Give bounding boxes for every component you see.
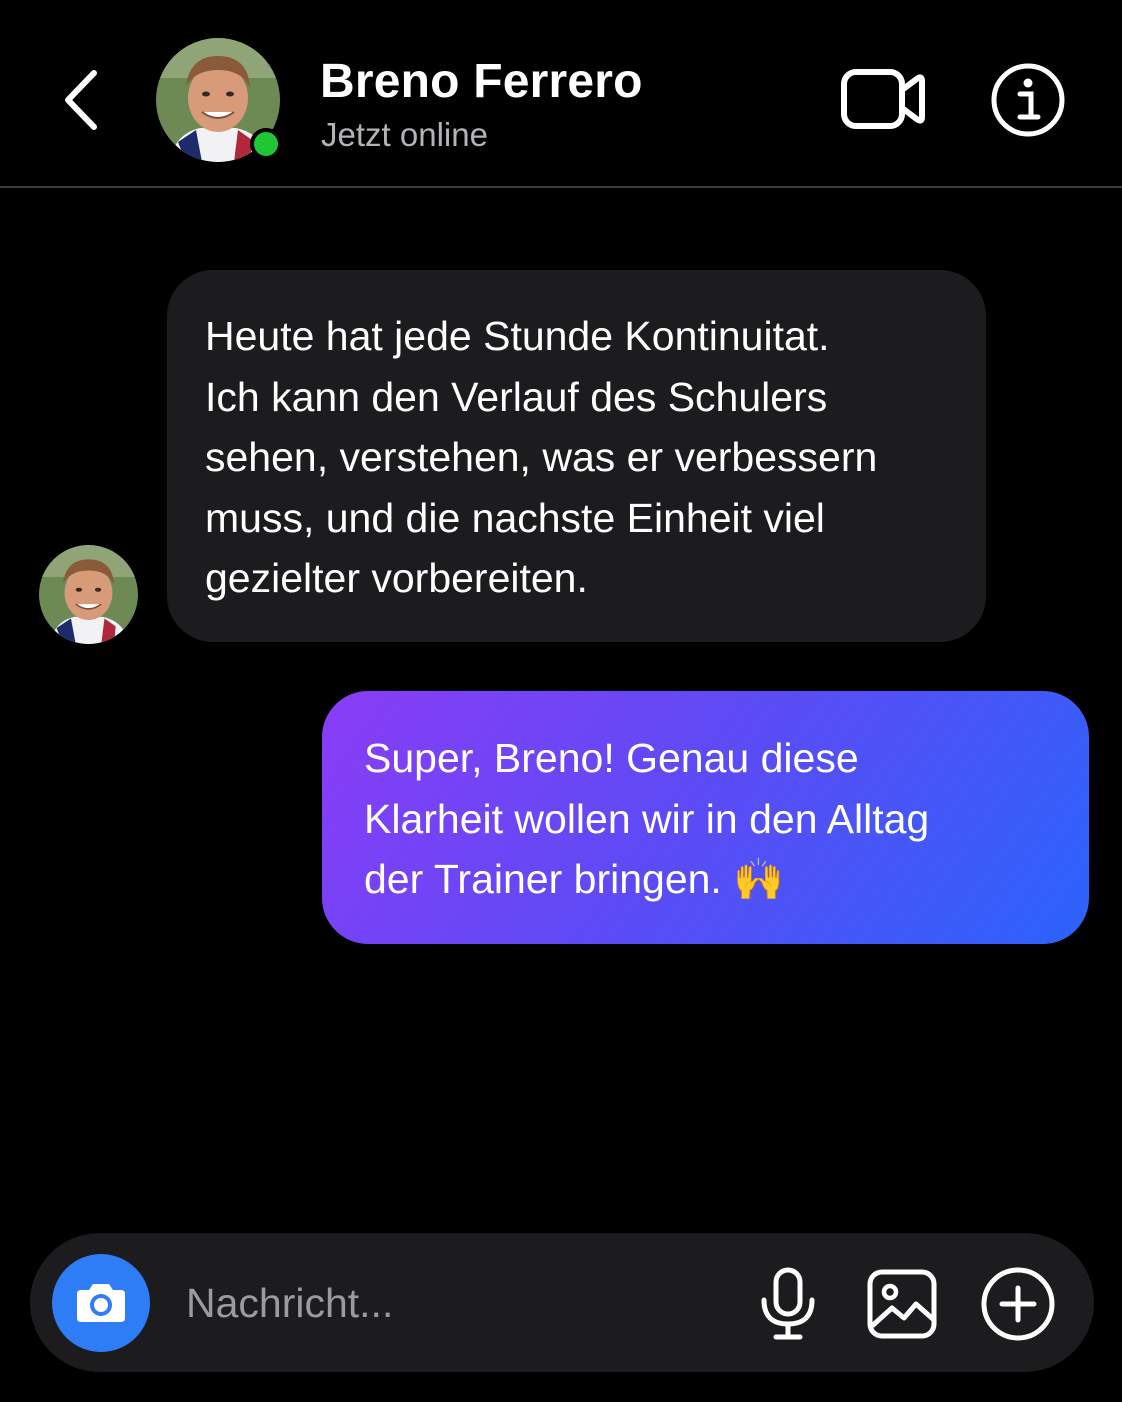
message-text: Heute hat jede Stunde Kontinuitat. Ich k… bbox=[205, 313, 878, 601]
gallery-button[interactable] bbox=[866, 1268, 938, 1340]
chevron-left-icon bbox=[65, 70, 97, 130]
message-text: Super, Breno! Genau diese Klarheit wolle… bbox=[364, 735, 930, 902]
chat-header: Breno Ferrero Jetzt online bbox=[0, 0, 1122, 188]
video-call-button[interactable] bbox=[838, 66, 926, 132]
camera-button[interactable] bbox=[52, 1254, 150, 1352]
sender-avatar[interactable] bbox=[39, 545, 138, 644]
contact-name: Breno Ferrero bbox=[320, 55, 643, 108]
message-input[interactable] bbox=[186, 1272, 706, 1334]
plus-icon bbox=[981, 1267, 1055, 1341]
online-status-indicator bbox=[250, 128, 282, 160]
incoming-message-bubble: Heute hat jede Stunde Kontinuitat. Ich k… bbox=[167, 270, 986, 642]
microphone-icon bbox=[761, 1267, 815, 1340]
image-icon bbox=[867, 1269, 937, 1339]
back-button[interactable] bbox=[50, 64, 110, 136]
info-button[interactable] bbox=[990, 62, 1066, 138]
outgoing-message-bubble: Super, Breno! Genau diese Klarheit wolle… bbox=[322, 691, 1089, 944]
video-camera-icon bbox=[841, 69, 925, 129]
add-attachment-button[interactable] bbox=[980, 1266, 1056, 1342]
info-icon bbox=[991, 63, 1065, 137]
camera-icon bbox=[77, 1284, 125, 1322]
voice-message-button[interactable] bbox=[756, 1266, 820, 1342]
contact-status: Jetzt online bbox=[321, 116, 488, 153]
